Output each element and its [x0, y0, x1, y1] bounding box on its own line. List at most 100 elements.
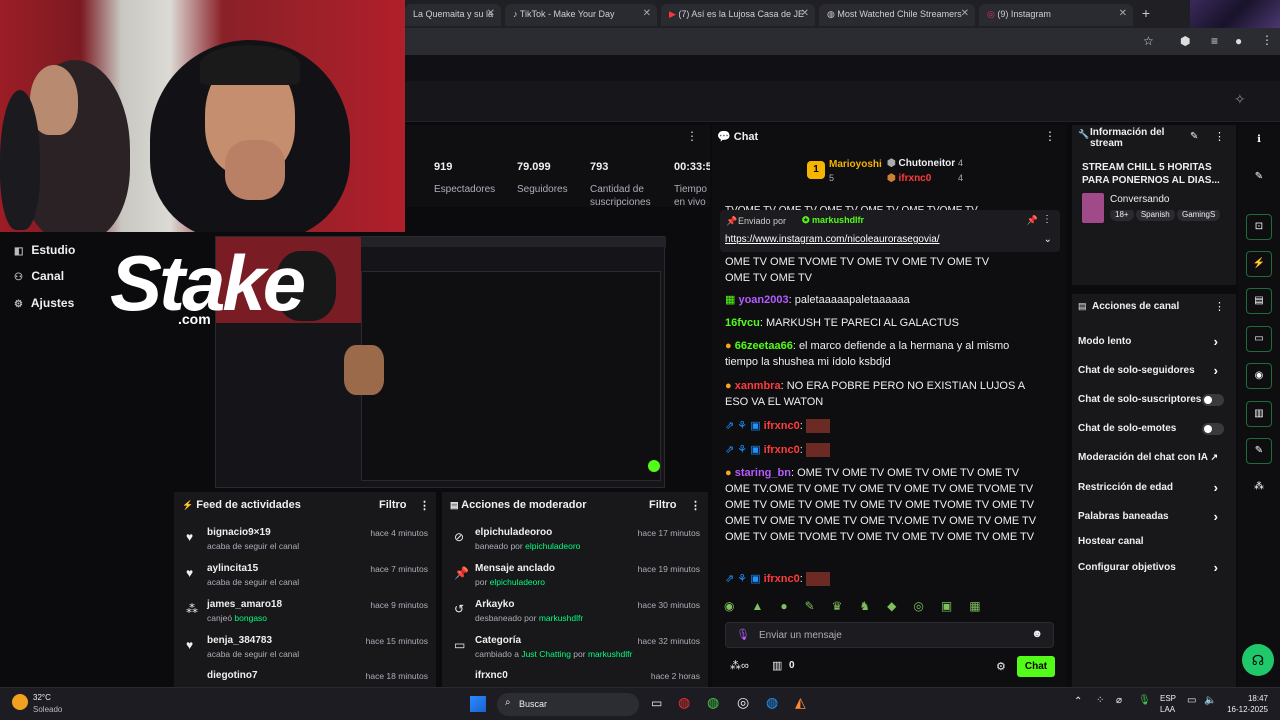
- close-icon[interactable]: ✕: [801, 8, 809, 19]
- filter-button[interactable]: Filtro: [649, 499, 677, 511]
- browser-tab[interactable]: ◎ (9) Instagram ✕: [979, 4, 1133, 26]
- close-icon[interactable]: ✕: [1119, 8, 1127, 19]
- wrench-icon[interactable]: ✎: [1246, 438, 1272, 464]
- chevron-up-icon[interactable]: ⌃: [1074, 696, 1082, 707]
- gifter-2[interactable]: ⬢ Chutoneitor: [887, 158, 955, 169]
- info-icon[interactable]: ℹ: [1246, 128, 1272, 154]
- pinned-link[interactable]: https://www.instagram.com/nicoleaurorase…: [725, 234, 940, 245]
- wifi-off-icon[interactable]: ⌀: [1116, 695, 1122, 706]
- close-icon[interactable]: ✕: [487, 8, 495, 19]
- emoji-icon[interactable]: ☻: [1031, 628, 1043, 640]
- chrome-icon[interactable]: ◍: [678, 694, 690, 711]
- document-icon[interactable]: ▤: [1246, 288, 1272, 314]
- edge-icon[interactable]: ◍: [766, 694, 778, 711]
- menu-icon[interactable]: ⋮: [1261, 33, 1273, 47]
- unpin-icon[interactable]: 📌: [1027, 215, 1038, 226]
- search-input[interactable]: ⌕ Buscar: [497, 693, 639, 716]
- emote-bar[interactable]: ◉▲●✎♛♞◆◎▣▦: [724, 599, 1054, 617]
- more-icon[interactable]: ⋮: [1214, 300, 1225, 313]
- chat-username[interactable]: staring_bn: [735, 467, 791, 479]
- edit-icon[interactable]: ✎: [1190, 131, 1198, 142]
- list-item[interactable]: ▭ Categoría cambiado a Just Chatting por m…: [442, 631, 708, 667]
- action-goals[interactable]: Configurar objetivos ›: [1078, 560, 1228, 575]
- chat-username[interactable]: ifrxnc0: [764, 573, 800, 585]
- emotes-only-toggle[interactable]: [1202, 423, 1224, 435]
- gifter-name[interactable]: Marioyoshi: [829, 159, 882, 170]
- chat-username[interactable]: 66zeetaa66: [735, 340, 793, 352]
- list-item[interactable]: ⁂ james_amaro18 canjeó bongaso hace 9 minut…: [174, 595, 436, 631]
- clip-icon[interactable]: ⊡: [1246, 214, 1272, 240]
- gear-icon[interactable]: ⚙: [996, 660, 1006, 673]
- pinned-user[interactable]: ✪ markushdlfr: [802, 215, 864, 226]
- list-item[interactable]: diegotino7 hace 18 minutos: [174, 666, 436, 686]
- action-slow-mode[interactable]: Modo lento ›: [1078, 334, 1228, 349]
- extensions-icon[interactable]: ⬢: [1180, 34, 1190, 48]
- language[interactable]: ESP: [1160, 694, 1176, 703]
- sidebar-item-canal[interactable]: ⚇ Canal: [14, 269, 64, 283]
- tag[interactable]: Spanish: [1135, 210, 1175, 221]
- list-item[interactable]: ♥ aylincita15 acaba de seguir el canal hace…: [174, 559, 436, 595]
- tag[interactable]: 18+: [1110, 210, 1134, 221]
- poll-icon[interactable]: ▥: [1246, 401, 1272, 427]
- chat-send-button[interactable]: Chat: [1017, 656, 1055, 677]
- browser-tab[interactable]: ◍ Most Watched Chile Streamers ✕: [819, 4, 975, 26]
- community-icon[interactable]: ⁂: [1246, 475, 1272, 501]
- action-ai-moderation[interactable]: Moderación del chat con IA ↗: [1078, 452, 1228, 463]
- browser-tab[interactable]: La Quemaita y su la ✕: [405, 4, 501, 26]
- chat-username[interactable]: ifrxnc0: [764, 420, 800, 432]
- star-icon[interactable]: ☆: [1143, 34, 1154, 48]
- help-button[interactable]: ☊: [1242, 644, 1274, 676]
- sidebar-item-estudio[interactable]: ◧ Estudio: [14, 243, 75, 257]
- more-icon[interactable]: ⋮: [1042, 214, 1052, 225]
- more-icon[interactable]: ⋮: [1214, 130, 1225, 143]
- list-item[interactable]: ♥ benja_384783 acaba de seguir el canal hac…: [174, 631, 436, 667]
- app-icon[interactable]: ◭: [795, 694, 806, 711]
- action-host-channel[interactable]: Hostear canal: [1078, 536, 1228, 547]
- browser-tab[interactable]: ♪ TikTok - Make Your Day ✕: [505, 4, 657, 26]
- profile-icon[interactable]: ●: [1235, 34, 1242, 48]
- more-icon[interactable]: ⋮: [1044, 129, 1056, 143]
- clock-time[interactable]: 18:47: [1236, 694, 1268, 703]
- link-icon[interactable]: ⁂∞: [730, 659, 749, 672]
- chrome-alt-icon[interactable]: ◍: [707, 694, 719, 711]
- address-bar[interactable]: ☆ ⬢ ≡ ● ⋮: [405, 28, 1280, 55]
- category-name[interactable]: Conversando: [1110, 194, 1169, 205]
- list-item[interactable]: ♥ bignacio9×19 acaba de seguir el canal hac…: [174, 523, 436, 559]
- sidebar-item-ajustes[interactable]: ⚙ Ajustes: [14, 296, 74, 310]
- list-item[interactable]: ⊘ elpichuladeoroo baneado por elpichuladeo…: [442, 523, 708, 559]
- store-icon[interactable]: ▥: [772, 659, 782, 672]
- new-tab-button[interactable]: +: [1137, 5, 1155, 23]
- windows-start-icon[interactable]: [470, 696, 486, 712]
- taskview-icon[interactable]: ▭: [651, 696, 662, 710]
- obs-icon[interactable]: ◎: [737, 694, 749, 711]
- chat-input[interactable]: 🎙 Enviar un mensaje ☻: [725, 622, 1054, 648]
- more-icon[interactable]: ⋮: [686, 129, 698, 143]
- weather-temp[interactable]: 32°C: [33, 693, 51, 702]
- list-item[interactable]: ifrxnc0 hace 2 horas: [442, 666, 708, 686]
- chat-username[interactable]: 16fvcu: [725, 317, 760, 329]
- chat-username[interactable]: ifrxnc0: [764, 444, 800, 456]
- mic-icon[interactable]: 🎙: [1138, 695, 1151, 706]
- pinned-message[interactable]: 📌 Enviado por ✪ markushdlfr https://www.…: [720, 210, 1060, 252]
- list-item[interactable]: 📌 Mensaje anclado por elpichuladeoro hace 1…: [442, 559, 708, 595]
- edit-icon[interactable]: ✎: [1246, 165, 1272, 191]
- close-icon[interactable]: ✕: [643, 8, 651, 19]
- close-icon[interactable]: ✕: [961, 8, 969, 19]
- list-item[interactable]: ↺ Arkayko desbaneado por markushdlfr hace 3…: [442, 595, 708, 631]
- more-icon[interactable]: ⋮: [690, 499, 701, 512]
- action-followers-only[interactable]: Chat de solo-seguidores ›: [1078, 363, 1228, 378]
- tag[interactable]: GamingS: [1176, 210, 1221, 221]
- chat-icon[interactable]: ▭: [1246, 326, 1272, 352]
- gifter-3[interactable]: ⬢ ifrxnc0: [887, 173, 931, 184]
- volume-icon[interactable]: 🔈: [1204, 695, 1216, 706]
- playlist-icon[interactable]: ≡: [1211, 34, 1218, 48]
- chevron-down-icon[interactable]: ⌄: [1044, 234, 1052, 245]
- action-banned-words[interactable]: Palabras baneadas ›: [1078, 509, 1228, 524]
- browser-tab[interactable]: ▶ (7) Así es la Lujosa Casa de JE ✕: [661, 4, 815, 26]
- bolt-icon[interactable]: ⚡: [1246, 251, 1272, 277]
- chat-username[interactable]: yoan2003: [738, 294, 788, 306]
- broadcast-icon[interactable]: ◉: [1246, 363, 1272, 389]
- subs-only-toggle[interactable]: [1202, 394, 1224, 406]
- action-age-restriction[interactable]: Restricción de edad ›: [1078, 480, 1228, 495]
- chat-username[interactable]: xanmbra: [735, 380, 781, 392]
